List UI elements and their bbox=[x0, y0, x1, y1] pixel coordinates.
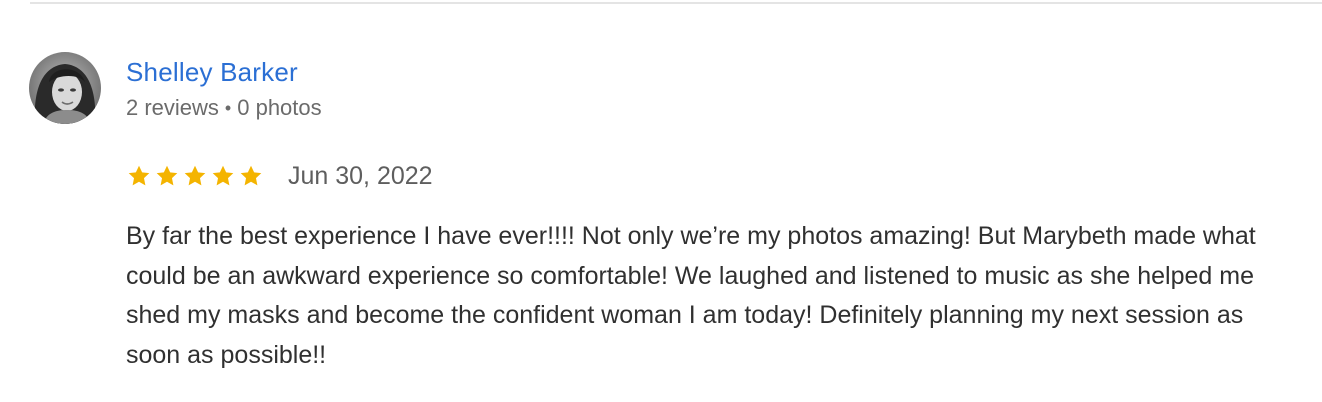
rating-row: Jun 30, 2022 bbox=[126, 160, 433, 192]
review-date: Jun 30, 2022 bbox=[288, 162, 433, 190]
star-icon bbox=[210, 163, 236, 189]
star-icon bbox=[126, 163, 152, 189]
reviewer-name-link[interactable]: Shelley Barker bbox=[126, 56, 298, 88]
star-icon bbox=[154, 163, 180, 189]
star-icon bbox=[182, 163, 208, 189]
photos-count: 0 photos bbox=[237, 95, 322, 120]
meta-separator: • bbox=[224, 98, 232, 118]
star-icon bbox=[238, 163, 264, 189]
review-text: By far the best experience I have ever!!… bbox=[126, 222, 1256, 369]
reviews-count: 2 reviews bbox=[126, 95, 219, 120]
avatar-image bbox=[29, 52, 101, 124]
reviewer-meta: 2 reviews • 0 photos bbox=[126, 94, 322, 122]
star-rating bbox=[126, 163, 264, 189]
avatar[interactable] bbox=[29, 52, 101, 124]
review-card: Shelley Barker 2 reviews • 0 photos Jun … bbox=[0, 0, 1322, 402]
divider bbox=[30, 2, 1322, 4]
